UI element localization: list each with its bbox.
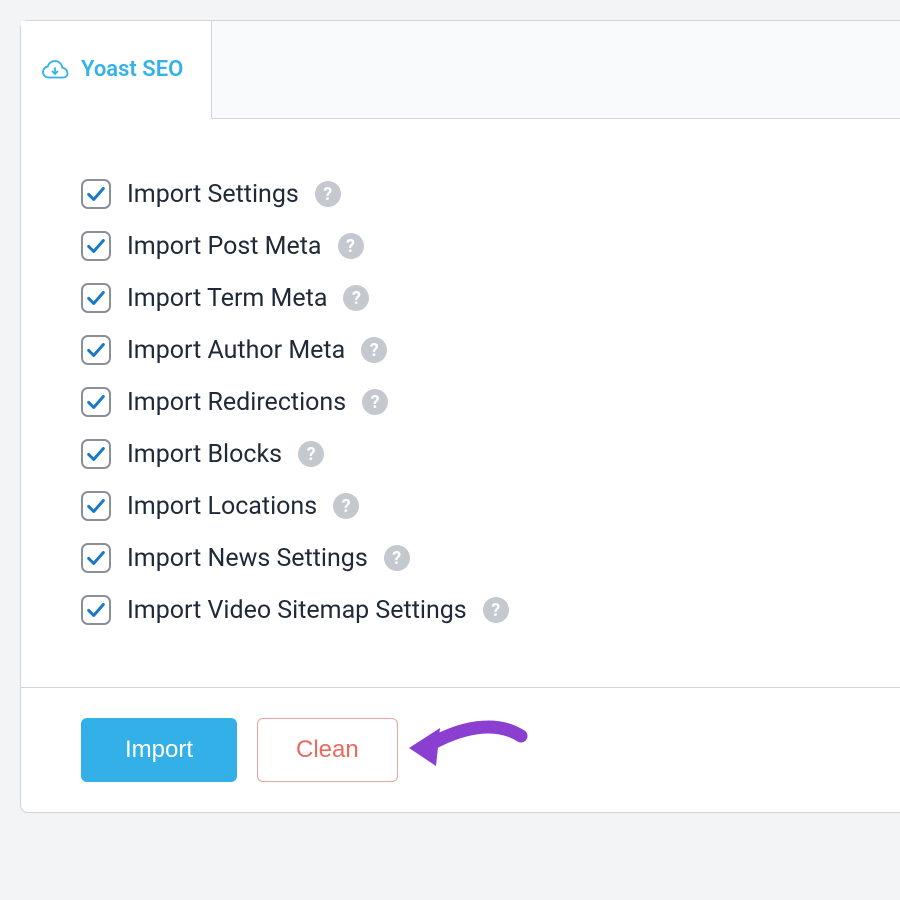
option-row: Import Term Meta?	[81, 283, 870, 313]
option-label: Import News Settings	[127, 544, 368, 573]
help-icon[interactable]: ?	[361, 337, 387, 363]
option-label: Import Term Meta	[127, 284, 327, 313]
option-label: Import Video Sitemap Settings	[127, 596, 467, 625]
annotation-arrow-icon	[406, 714, 536, 778]
tab-bar: Yoast SEO	[21, 21, 900, 119]
checkbox[interactable]	[81, 231, 111, 261]
option-row: Import Settings?	[81, 179, 870, 209]
option-row: Import Author Meta?	[81, 335, 870, 365]
checkbox[interactable]	[81, 283, 111, 313]
option-label: Import Blocks	[127, 440, 282, 469]
options-list: Import Settings?Import Post Meta?Import …	[21, 119, 900, 687]
option-row: Import Blocks?	[81, 439, 870, 469]
checkbox[interactable]	[81, 491, 111, 521]
checkbox[interactable]	[81, 595, 111, 625]
option-label: Import Redirections	[127, 388, 346, 417]
cloud-download-icon	[41, 58, 71, 82]
checkbox[interactable]	[81, 439, 111, 469]
help-icon[interactable]: ?	[298, 441, 324, 467]
option-label: Import Settings	[127, 180, 299, 209]
option-row: Import Video Sitemap Settings?	[81, 595, 870, 625]
option-label: Import Post Meta	[127, 232, 322, 261]
tab-label: Yoast SEO	[81, 57, 183, 82]
option-label: Import Locations	[127, 492, 317, 521]
checkbox[interactable]	[81, 387, 111, 417]
help-icon[interactable]: ?	[362, 389, 388, 415]
option-row: Import News Settings?	[81, 543, 870, 573]
help-icon[interactable]: ?	[384, 545, 410, 571]
checkbox[interactable]	[81, 179, 111, 209]
option-row: Import Post Meta?	[81, 231, 870, 261]
help-icon[interactable]: ?	[315, 181, 341, 207]
option-row: Import Locations?	[81, 491, 870, 521]
help-icon[interactable]: ?	[333, 493, 359, 519]
import-panel: Yoast SEO Import Settings?Import Post Me…	[20, 20, 900, 813]
import-button[interactable]: Import	[81, 718, 237, 782]
option-label: Import Author Meta	[127, 336, 345, 365]
help-icon[interactable]: ?	[483, 597, 509, 623]
tab-yoast-seo[interactable]: Yoast SEO	[21, 21, 212, 119]
checkbox[interactable]	[81, 335, 111, 365]
clean-button[interactable]: Clean	[257, 718, 398, 782]
checkbox[interactable]	[81, 543, 111, 573]
tab-empty-area	[212, 21, 900, 118]
help-icon[interactable]: ?	[343, 285, 369, 311]
help-icon[interactable]: ?	[338, 233, 364, 259]
option-row: Import Redirections?	[81, 387, 870, 417]
panel-footer: Import Clean	[21, 687, 900, 812]
